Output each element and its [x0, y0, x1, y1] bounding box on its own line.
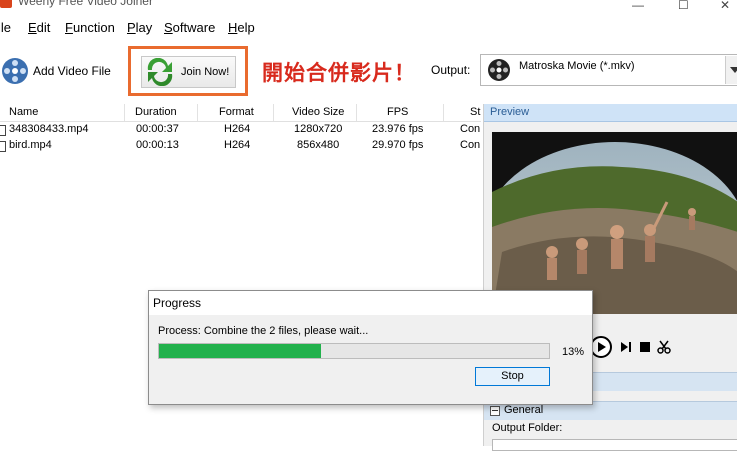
file-name: bird.mp4 [9, 139, 52, 151]
minimize-button[interactable]: — [632, 0, 644, 12]
maximize-button[interactable]: ☐ [678, 0, 689, 12]
menu-file[interactable]: ile [0, 20, 11, 35]
next-frame-icon[interactable] [619, 340, 633, 354]
progress-dialog: Progress Process: Combine the 2 files, p… [148, 290, 593, 405]
file-format: H264 [224, 123, 251, 135]
file-status: Con [460, 139, 481, 151]
video-preview [492, 132, 737, 314]
output-folder-label: Output Folder: [492, 422, 563, 434]
list-header: Name Duration Format Video Size FPS St [0, 104, 481, 122]
column-fps[interactable]: FPS [387, 106, 408, 118]
join-now-highlight: Join Now! [128, 46, 248, 96]
column-separator[interactable] [443, 104, 444, 121]
column-separator[interactable] [273, 104, 274, 121]
file-name: 348308433.mp4 [9, 123, 89, 135]
menu-play[interactable]: Play [127, 20, 152, 35]
output-format-value: Matroska Movie (*.mkv) [519, 60, 635, 72]
file-duration: 00:00:37 [136, 123, 179, 135]
add-video-file-label: Add Video File [33, 64, 111, 78]
file-fps: 29.970 fps [372, 139, 424, 151]
title-bar: Weeny Free Video Joiner — ☐ ✕ [0, 0, 737, 12]
scissors-icon[interactable] [657, 340, 671, 354]
menu-help[interactable]: Help [228, 20, 255, 35]
column-status[interactable]: St [470, 106, 480, 118]
join-now-button[interactable]: Join Now! [141, 56, 236, 88]
file-format: H264 [224, 139, 251, 151]
file-video-size: 1280x720 [294, 123, 343, 135]
progress-bar [158, 343, 550, 359]
close-button[interactable]: ✕ [720, 0, 730, 12]
row-checkbox[interactable] [0, 141, 6, 152]
output-label: Output: [431, 63, 471, 77]
file-video-size: 856x480 [297, 139, 340, 151]
file-duration: 00:00:13 [136, 139, 179, 151]
progress-bar-fill [159, 344, 321, 358]
film-reel-icon [2, 58, 28, 84]
window-title: Weeny Free Video Joiner [18, 0, 153, 8]
join-now-label: Join Now! [181, 66, 230, 78]
file-status: Con [460, 123, 481, 135]
menu-edit[interactable]: Edit [28, 20, 50, 35]
app-icon [0, 0, 12, 8]
dialog-body: Process: Combine the 2 files, please wai… [149, 315, 592, 404]
file-fps: 23.976 fps [372, 123, 424, 135]
column-separator[interactable] [124, 104, 125, 121]
menu-bar: ile Edit Function Play Software Help [0, 17, 737, 37]
output-format-select[interactable]: Matroska Movie (*.mkv) [480, 54, 737, 86]
table-row[interactable]: bird.mp4 00:00:13 H264 856x480 29.970 fp… [0, 139, 481, 154]
column-name[interactable]: Name [9, 106, 38, 118]
column-format[interactable]: Format [219, 106, 254, 118]
dialog-title: Progress [153, 296, 202, 310]
table-row[interactable]: 348308433.mp4 00:00:37 H264 1280x720 23.… [0, 123, 481, 138]
process-status-text: Process: Combine the 2 files, please wai… [158, 325, 369, 337]
menu-software[interactable]: Software [164, 20, 215, 35]
join-arrows-icon [147, 58, 173, 86]
dialog-title-bar: Progress [149, 291, 592, 315]
column-separator[interactable] [197, 104, 198, 121]
stop-icon[interactable] [639, 341, 651, 353]
collapse-icon[interactable] [490, 406, 500, 416]
column-video-size[interactable]: Video Size [292, 106, 344, 118]
preview-header: Preview [484, 104, 737, 122]
progress-percent: 13% [562, 346, 585, 358]
column-separator[interactable] [356, 104, 357, 121]
video-frame-image [492, 132, 737, 314]
add-video-file-button[interactable]: Add Video File [0, 55, 111, 87]
chevron-down-icon[interactable] [725, 56, 737, 84]
output-folder-field[interactable] [492, 439, 737, 451]
preview-title: Preview [490, 106, 530, 118]
stop-button[interactable]: Stop [475, 367, 550, 386]
general-section-title: General [504, 404, 544, 416]
annotation-banner: 開始合併影片！ [262, 61, 416, 85]
column-duration[interactable]: Duration [135, 106, 177, 118]
menu-function[interactable]: Function [65, 20, 115, 35]
row-checkbox[interactable] [0, 125, 6, 136]
film-reel-icon [488, 59, 510, 81]
